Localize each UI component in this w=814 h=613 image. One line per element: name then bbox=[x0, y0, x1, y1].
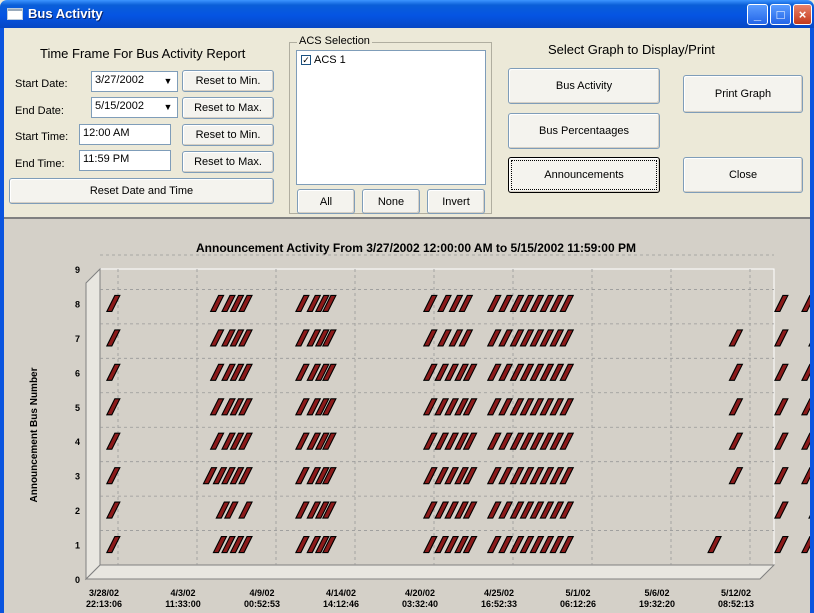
select-none-button[interactable]: None bbox=[362, 189, 420, 214]
announcement-bar bbox=[773, 329, 789, 347]
y-tick-label: 5 bbox=[75, 403, 80, 413]
announcement-bar bbox=[808, 514, 810, 519]
chart-panel: Announcement Activity From 3/27/2002 12:… bbox=[4, 217, 810, 613]
x-tick-time-label: 19:32:20 bbox=[639, 599, 675, 609]
x-tick-time-label: 00:52:53 bbox=[244, 599, 280, 609]
x-tick-date-label: 4/14/02 bbox=[326, 588, 356, 598]
x-tick-date-label: 4/9/02 bbox=[249, 588, 274, 598]
announcement-bar bbox=[773, 398, 789, 416]
bus-percentages-button[interactable]: Bus Percentaages bbox=[508, 113, 660, 149]
invert-selection-button[interactable]: Invert bbox=[427, 189, 485, 214]
x-tick-date-label: 4/20/02 bbox=[405, 588, 435, 598]
end-time-label: End Time: bbox=[15, 158, 65, 170]
announcement-chart: Announcement Activity From 3/27/2002 12:… bbox=[29, 241, 810, 609]
announcement-bar bbox=[773, 294, 789, 312]
announcement-bar bbox=[801, 294, 810, 312]
y-tick-label: 6 bbox=[75, 368, 80, 378]
x-tick-time-label: 14:12:46 bbox=[323, 599, 359, 609]
plot-side-wall bbox=[85, 267, 101, 581]
x-tick-time-label: 16:52:33 bbox=[481, 599, 517, 609]
announcement-bar bbox=[773, 363, 789, 381]
x-tick-date-label: 5/1/02 bbox=[565, 588, 590, 598]
reset-start-date-button[interactable]: Reset to Min. bbox=[182, 70, 274, 92]
print-graph-button[interactable]: Print Graph bbox=[683, 75, 803, 113]
y-tick-label: 7 bbox=[75, 334, 80, 344]
start-time-field[interactable]: 12:00 AM bbox=[79, 124, 171, 145]
announcement-bar bbox=[801, 432, 810, 450]
announcements-button[interactable]: Announcements bbox=[508, 157, 660, 193]
timeframe-heading: Time Frame For Bus Activity Report bbox=[40, 46, 246, 61]
end-date-value: 5/15/2002 bbox=[95, 100, 144, 112]
plot-floor bbox=[84, 564, 776, 580]
announcement-bar bbox=[773, 501, 789, 519]
start-date-value: 3/27/2002 bbox=[95, 74, 144, 86]
y-tick-label: 9 bbox=[75, 265, 80, 275]
chevron-down-icon[interactable]: ▼ bbox=[160, 73, 176, 90]
x-tick-time-label: 03:32:40 bbox=[402, 599, 438, 609]
chart-title: Announcement Activity From 3/27/2002 12:… bbox=[196, 241, 636, 255]
y-tick-label: 8 bbox=[75, 299, 80, 309]
start-date-dropdown[interactable]: 3/27/2002 ▼ bbox=[91, 71, 178, 92]
close-button[interactable]: Close bbox=[683, 157, 803, 193]
chevron-down-icon[interactable]: ▼ bbox=[160, 99, 176, 116]
chart-y-axis-label: Announcement Bus Number bbox=[29, 367, 40, 502]
checkbox-checked-icon[interactable]: ✓ bbox=[301, 55, 311, 65]
x-tick-time-label: 08:52:13 bbox=[718, 599, 754, 609]
x-tick-date-label: 4/25/02 bbox=[484, 588, 514, 598]
window-title: Bus Activity bbox=[28, 6, 103, 21]
announcement-bar bbox=[808, 342, 810, 347]
window-border-right bbox=[810, 28, 814, 613]
reset-date-time-button[interactable]: Reset Date and Time bbox=[9, 178, 274, 204]
x-tick-date-label: 5/12/02 bbox=[721, 588, 751, 598]
reset-start-time-button[interactable]: Reset to Min. bbox=[182, 124, 274, 146]
y-tick-label: 3 bbox=[75, 472, 80, 482]
reset-date-time-label: Reset Date and Time bbox=[89, 185, 194, 197]
start-date-label: Start Date: bbox=[15, 78, 68, 90]
acs-selection-title: ACS Selection bbox=[297, 35, 372, 47]
announcement-bar bbox=[801, 363, 810, 381]
y-tick-label: 2 bbox=[75, 506, 80, 516]
y-tick-label: 1 bbox=[75, 541, 80, 551]
announcement-bar bbox=[773, 536, 789, 554]
y-tick-label: 0 bbox=[75, 575, 80, 585]
plot-back-wall bbox=[99, 268, 775, 566]
x-tick-date-label: 3/28/02 bbox=[89, 588, 119, 598]
x-tick-time-label: 22:13:06 bbox=[86, 599, 122, 609]
announcement-bar bbox=[801, 398, 810, 416]
end-time-field[interactable]: 11:59 PM bbox=[79, 150, 171, 171]
app-icon bbox=[7, 8, 23, 20]
window-titlebar[interactable]: Bus Activity _ □ × bbox=[0, 0, 814, 28]
x-tick-date-label: 5/6/02 bbox=[644, 588, 669, 598]
end-date-label: End Date: bbox=[15, 105, 64, 117]
x-tick-time-label: 11:33:00 bbox=[165, 599, 201, 609]
acs-list-item[interactable]: ✓ ACS 1 bbox=[301, 54, 346, 66]
maximize-icon[interactable]: □ bbox=[770, 4, 791, 25]
x-tick-date-label: 4/3/02 bbox=[170, 588, 195, 598]
y-tick-label: 4 bbox=[75, 437, 80, 447]
minimize-icon[interactable]: _ bbox=[747, 4, 768, 25]
reset-end-date-button[interactable]: Reset to Max. bbox=[182, 97, 274, 119]
acs-item-label: ACS 1 bbox=[314, 54, 346, 66]
select-all-button[interactable]: All bbox=[297, 189, 355, 214]
end-date-dropdown[interactable]: 5/15/2002 ▼ bbox=[91, 97, 178, 118]
announcement-bar bbox=[773, 467, 789, 485]
acs-list[interactable]: ✓ ACS 1 bbox=[296, 50, 486, 185]
announcement-bar bbox=[773, 432, 789, 450]
close-window-icon[interactable]: × bbox=[793, 4, 812, 25]
announcement-bar bbox=[801, 536, 810, 554]
x-tick-time-label: 06:12:26 bbox=[560, 599, 596, 609]
graph-select-heading: Select Graph to Display/Print bbox=[548, 42, 715, 57]
bus-activity-button[interactable]: Bus Activity bbox=[508, 68, 660, 104]
start-time-label: Start Time: bbox=[15, 131, 69, 143]
announcement-bar bbox=[801, 467, 810, 485]
reset-end-time-button[interactable]: Reset to Max. bbox=[182, 151, 274, 173]
